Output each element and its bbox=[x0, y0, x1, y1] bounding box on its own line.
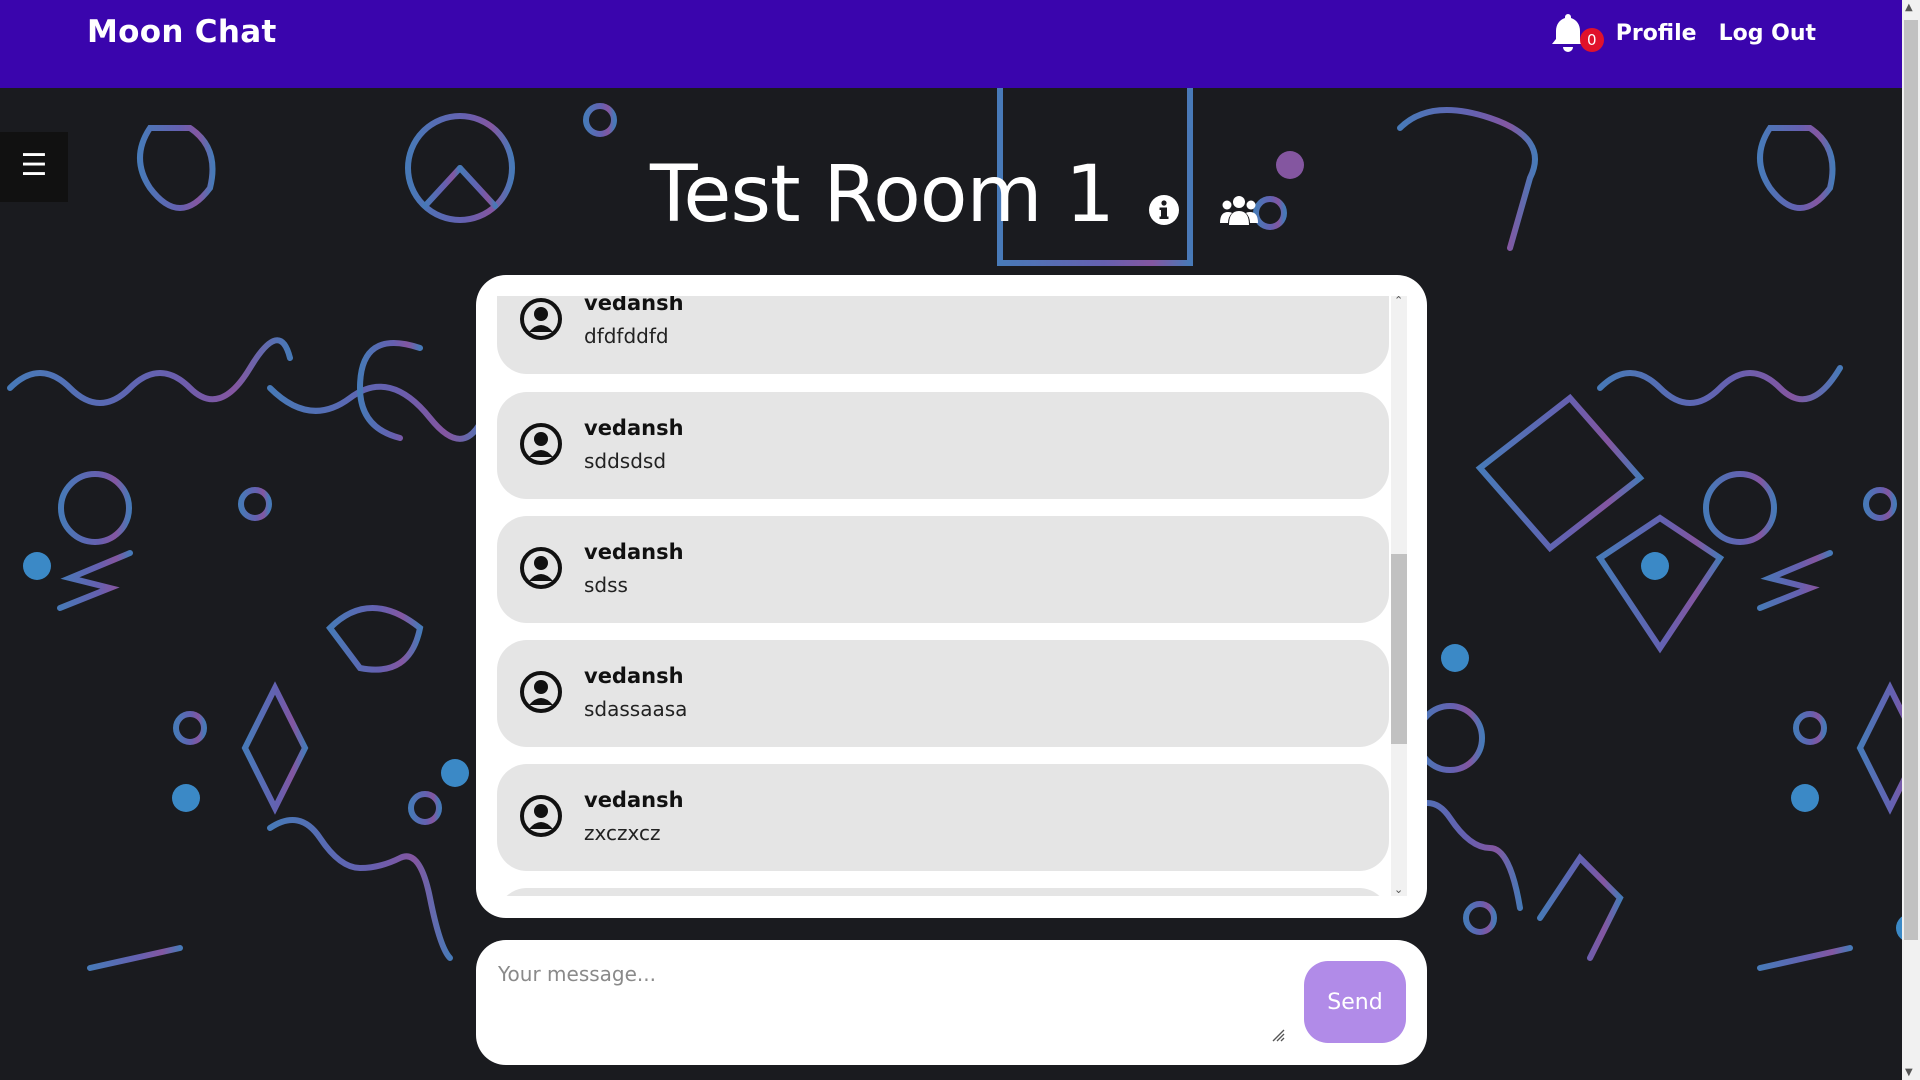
chevron-up-icon[interactable]: ⌃ bbox=[1394, 294, 1403, 307]
top-navbar: Moon Chat 0 Profile Log Out bbox=[0, 0, 1902, 88]
hamburger-icon: ☰ bbox=[20, 148, 48, 183]
message-username: vedansh bbox=[584, 664, 684, 688]
brand-logo[interactable]: Moon Chat bbox=[87, 14, 277, 50]
message-list[interactable]: vedansh dfdfddfd vedansh sddsdsd vedansh… bbox=[497, 296, 1389, 896]
scroll-down-arrow-icon[interactable]: ▼ bbox=[1905, 1067, 1913, 1078]
info-icon[interactable] bbox=[1148, 194, 1180, 226]
message-text: zxczxcz bbox=[584, 821, 661, 845]
message-username: vedansh bbox=[584, 540, 684, 564]
user-avatar-icon bbox=[520, 547, 562, 589]
message-username: vedansh bbox=[584, 788, 684, 812]
user-avatar-icon bbox=[520, 795, 562, 837]
page-scrollbar-thumb[interactable] bbox=[1904, 20, 1918, 940]
notification-count-badge: 0 bbox=[1579, 28, 1604, 52]
chevron-down-icon[interactable]: ⌄ bbox=[1394, 883, 1403, 896]
message-item: vedansh sdss bbox=[497, 516, 1389, 623]
message-text: sdss bbox=[584, 573, 628, 597]
message-item: vedansh sddsdsd bbox=[497, 392, 1389, 499]
message-list-scrollbar-thumb[interactable] bbox=[1391, 554, 1407, 744]
sidebar-toggle-button[interactable]: ☰ bbox=[0, 132, 68, 202]
bell-icon bbox=[1551, 14, 1584, 52]
user-avatar-icon bbox=[520, 423, 562, 465]
message-username: vedansh bbox=[584, 416, 684, 440]
send-button[interactable]: Send bbox=[1304, 961, 1406, 1043]
message-list-scrollbar[interactable]: ⌃ ⌄ bbox=[1391, 294, 1407, 896]
members-icon[interactable] bbox=[1219, 193, 1258, 227]
message-item: vedansh dfdfddfd bbox=[497, 296, 1389, 374]
room-title: Test Room 1 bbox=[650, 150, 1115, 240]
message-item: vedansh sdassaasa bbox=[497, 640, 1389, 747]
message-item: vedansh zxczxcz bbox=[497, 764, 1389, 871]
message-composer: Send bbox=[476, 940, 1427, 1065]
scroll-up-arrow-icon[interactable]: ▲ bbox=[1905, 2, 1913, 13]
message-username: vedansh bbox=[584, 296, 684, 315]
chat-messages-panel: vedansh dfdfddfd vedansh sddsdsd vedansh… bbox=[476, 275, 1427, 918]
logout-link[interactable]: Log Out bbox=[1719, 21, 1816, 46]
message-text: sdassaasa bbox=[584, 697, 688, 721]
message-text: dfdfddfd bbox=[584, 324, 669, 348]
message-text: sddsdsd bbox=[584, 449, 667, 473]
user-avatar-icon bbox=[520, 298, 562, 340]
profile-link[interactable]: Profile bbox=[1616, 21, 1697, 46]
message-item-partial bbox=[497, 888, 1389, 896]
page-scrollbar[interactable]: ▲ ▼ bbox=[1902, 0, 1920, 1080]
navbar-actions: 0 Profile Log Out bbox=[1548, 12, 1816, 54]
notifications-button[interactable]: 0 bbox=[1548, 12, 1604, 54]
message-input[interactable] bbox=[496, 960, 1280, 1052]
room-header: Test Room 1 bbox=[650, 150, 1258, 240]
resize-grip-icon[interactable] bbox=[1271, 1028, 1285, 1042]
user-avatar-icon bbox=[520, 671, 562, 713]
